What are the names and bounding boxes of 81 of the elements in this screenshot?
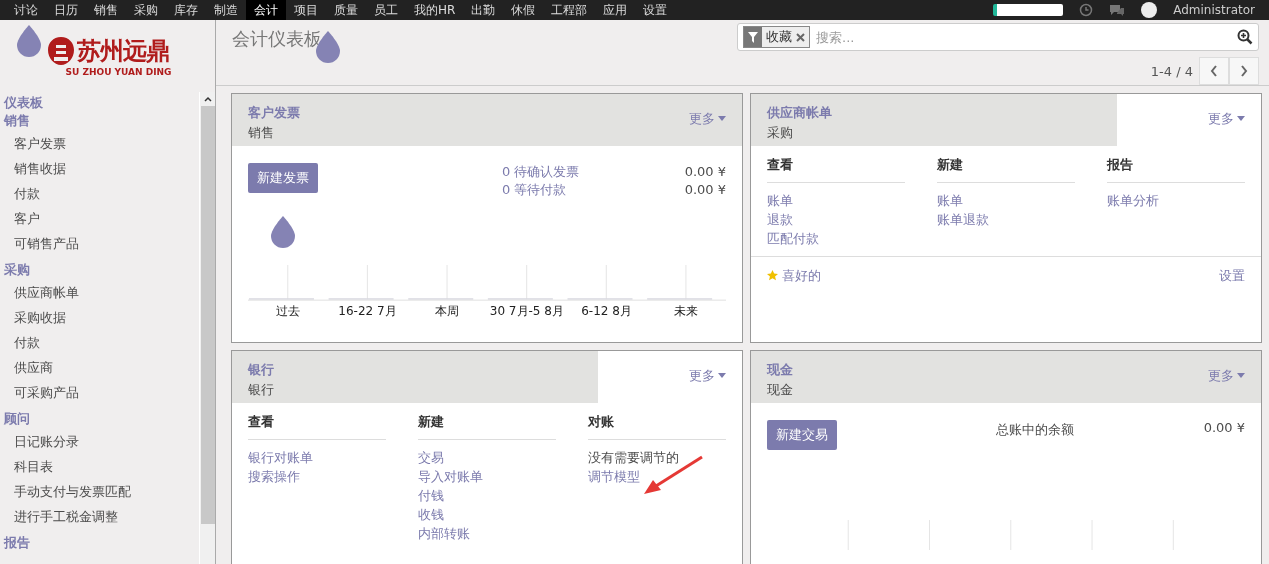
action-link[interactable]: 账单 bbox=[937, 191, 1075, 210]
favorite-link[interactable]: 喜好的 bbox=[767, 266, 821, 285]
sidebar-item[interactable]: 客户 bbox=[0, 206, 199, 231]
user-name[interactable]: Administrator bbox=[1173, 3, 1255, 17]
sidebar-item[interactable]: 进行手工税金调整 bbox=[0, 504, 199, 529]
logo-subtitle: SU ZHOU YUAN DING bbox=[65, 67, 172, 77]
action-link[interactable]: 银行对账单 bbox=[248, 448, 386, 467]
sidebar-item[interactable]: 采购收据 bbox=[0, 305, 199, 330]
card-subtitle: 现金 bbox=[767, 381, 794, 399]
card-subtitle: 银行 bbox=[248, 381, 275, 399]
action-link[interactable]: 退款 bbox=[767, 210, 905, 229]
card-subtitle: 采购 bbox=[767, 124, 794, 142]
menu-item[interactable]: 休假 bbox=[503, 0, 544, 20]
sidebar-item[interactable]: 可销售产品 bbox=[0, 231, 199, 256]
sidebar-item[interactable]: 付款 bbox=[0, 181, 199, 206]
menu-item[interactable]: 库存 bbox=[166, 0, 206, 20]
stat-link[interactable]: 0 待确认发票 bbox=[502, 163, 580, 181]
stat-amount: 0.00 ¥ bbox=[684, 181, 726, 199]
menu-item[interactable]: 出勤 bbox=[463, 0, 504, 20]
menu-item[interactable]: 会计 bbox=[246, 0, 286, 20]
menu-item[interactable]: 工程部 bbox=[543, 0, 596, 20]
sidebar-item[interactable]: 日记账分录 bbox=[0, 429, 199, 454]
menu-item[interactable]: 日历 bbox=[46, 0, 86, 20]
chart-label: 本周 bbox=[434, 303, 461, 320]
logo-text: 苏州远鼎 bbox=[76, 36, 169, 67]
sidebar-item[interactable]: 付款 bbox=[0, 330, 199, 355]
action-link[interactable]: 账单 bbox=[767, 191, 905, 210]
sidebar-item[interactable]: 可采购产品 bbox=[0, 380, 199, 405]
menu-item[interactable]: 制造 bbox=[206, 0, 246, 20]
balance-label: 总账中的余额 bbox=[995, 421, 1076, 439]
balance-amount: 0.00 ¥ bbox=[1203, 420, 1245, 435]
status-text: 没有需要调节的 bbox=[588, 449, 680, 467]
filter-facet[interactable]: 收藏 bbox=[743, 26, 810, 48]
action-link[interactable]: 付钱 bbox=[418, 486, 556, 505]
stat-amount: 0.00 ¥ bbox=[684, 163, 726, 181]
action-link[interactable]: 账单分析 bbox=[1107, 191, 1245, 210]
chart-label: 16-22 7月 bbox=[337, 303, 398, 320]
sidebar-item[interactable]: 供应商帐单 bbox=[0, 280, 199, 305]
section-heading: 新建 bbox=[937, 156, 1075, 183]
pager-text: 1-4 / 4 bbox=[1150, 63, 1193, 79]
stat-link[interactable]: 0 等待付款 bbox=[502, 181, 567, 199]
page-title: 会计仪表板 bbox=[232, 27, 322, 51]
action-link[interactable]: 收钱 bbox=[418, 505, 556, 524]
new-invoice-button[interactable]: 新建发票 bbox=[248, 163, 318, 193]
chart-label: 6-12 8月 bbox=[580, 303, 633, 320]
action-link[interactable]: 交易 bbox=[418, 448, 556, 467]
action-link[interactable]: 搜索操作 bbox=[248, 467, 386, 486]
chart-label: 过去 bbox=[274, 303, 301, 320]
sidebar-item[interactable]: 手动支付与发票匹配 bbox=[0, 479, 199, 504]
action-link[interactable]: 账单退款 bbox=[937, 210, 1075, 229]
menu-item[interactable]: 设置 bbox=[635, 0, 676, 20]
more-dropdown[interactable]: 更多 bbox=[689, 367, 726, 384]
section-heading: 查看 bbox=[767, 156, 905, 183]
sidebar-item[interactable]: 科目表 bbox=[0, 454, 199, 479]
settings-link[interactable]: 设置 bbox=[1219, 266, 1245, 285]
card-subtitle: 销售 bbox=[248, 124, 275, 142]
menu-item[interactable]: 员工 bbox=[366, 0, 406, 20]
section-heading: 对账 bbox=[588, 413, 726, 440]
section-heading: 查看 bbox=[248, 413, 386, 440]
sidebar-item[interactable]: 销售收据 bbox=[0, 156, 199, 181]
menu-item[interactable]: 应用 bbox=[595, 0, 636, 20]
menu-item[interactable]: 项目 bbox=[286, 0, 326, 20]
action-link[interactable]: 内部转账 bbox=[418, 524, 556, 543]
menu-item[interactable]: 采购 bbox=[126, 0, 166, 20]
chart-label: 30 7月-5 8月 bbox=[488, 303, 565, 320]
more-dropdown[interactable]: 更多 bbox=[1208, 110, 1245, 127]
sidebar-item[interactable]: 供应商 bbox=[0, 355, 199, 380]
new-transaction-button[interactable]: 新建交易 bbox=[767, 420, 837, 450]
menu-item[interactable]: 我的HR bbox=[406, 0, 464, 20]
action-link[interactable]: 导入对账单 bbox=[418, 467, 556, 486]
sidebar-item[interactable]: 客户发票 bbox=[0, 131, 199, 156]
menu-item[interactable]: 销售 bbox=[86, 0, 126, 20]
menu-item[interactable]: 质量 bbox=[326, 0, 366, 20]
action-link[interactable]: 调节模型 bbox=[588, 467, 726, 486]
section-heading: 报告 bbox=[1107, 156, 1245, 183]
section-heading: 新建 bbox=[418, 413, 556, 440]
search-field[interactable]: 收藏 搜索... bbox=[737, 23, 1259, 51]
chart-label: 未来 bbox=[673, 303, 700, 320]
sidebar-heading[interactable]: 采购 bbox=[0, 261, 199, 278]
action-link[interactable]: 匹配付款 bbox=[767, 229, 905, 248]
menu-item[interactable]: 讨论 bbox=[6, 0, 46, 20]
